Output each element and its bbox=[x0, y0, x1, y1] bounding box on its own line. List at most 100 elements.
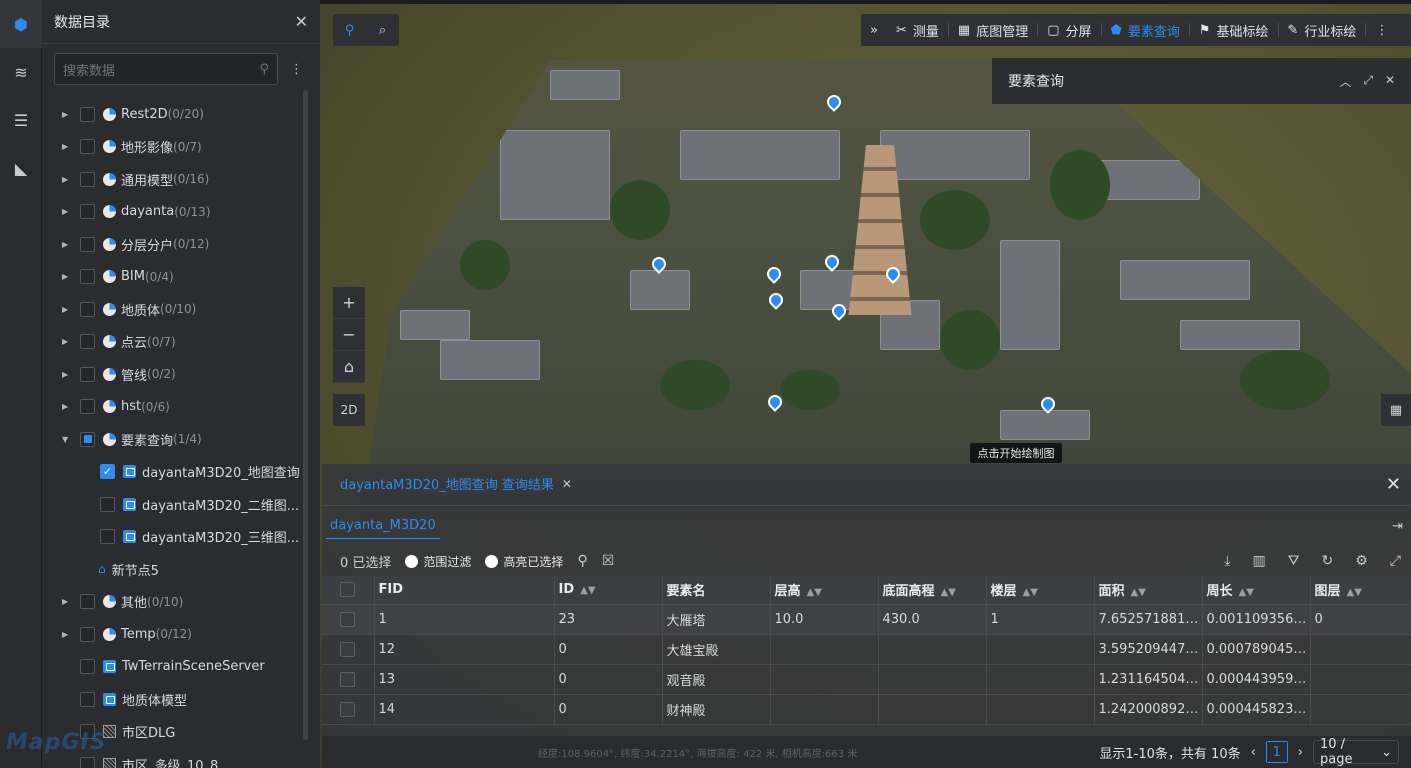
checkbox[interactable] bbox=[80, 431, 95, 447]
checkbox[interactable] bbox=[100, 529, 115, 545]
sort-icon[interactable]: ▲▼ bbox=[1023, 587, 1038, 598]
expand-arrow-icon[interactable]: ▶ bbox=[62, 175, 72, 184]
tree-node-2d-query[interactable]: dayantaM3D20_二维图... bbox=[42, 488, 320, 521]
expand-arrow-icon[interactable]: ▶ bbox=[62, 630, 72, 639]
location-pin-icon[interactable] bbox=[764, 264, 784, 284]
toolbar-expand-button[interactable]: » bbox=[861, 14, 887, 46]
toolbar-feature-query[interactable]: ⬟ 要素查询 bbox=[1102, 14, 1189, 46]
filter-icon[interactable]: ⛛ bbox=[1288, 553, 1300, 569]
sort-icon[interactable]: ▲▼ bbox=[1347, 587, 1362, 598]
checkbox[interactable] bbox=[80, 334, 95, 350]
toggle-2d-button[interactable]: 2D bbox=[333, 394, 365, 426]
more-icon[interactable]: ⋮ bbox=[1366, 14, 1397, 46]
sort-icon[interactable]: ▲▼ bbox=[807, 587, 822, 598]
tree-node-hst[interactable]: ▶ hst (0/6) bbox=[42, 391, 320, 424]
location-pin-icon[interactable] bbox=[824, 92, 844, 112]
checkbox[interactable] bbox=[80, 594, 95, 610]
location-pin-icon[interactable] bbox=[822, 252, 842, 272]
expand-arrow-icon[interactable]: ▶ bbox=[62, 110, 72, 119]
expand-arrow-icon[interactable]: ▶ bbox=[62, 402, 72, 411]
search-icon[interactable]: ⌕ bbox=[366, 14, 399, 46]
toolbar-industry-plot[interactable]: ✎ 行业标绘 bbox=[1279, 14, 1366, 46]
column-header[interactable]: 面积 ▲▼ bbox=[1094, 576, 1203, 605]
checkbox[interactable] bbox=[80, 171, 95, 187]
table-row[interactable]: 1 23 大雁塔 10.0 430.0 1 7.6525718812... 0.… bbox=[322, 604, 1411, 635]
tree-node-layered[interactable]: ▶ 分层分户 (0/12) bbox=[42, 228, 320, 261]
column-header[interactable]: 层高 ▲▼ bbox=[770, 576, 879, 605]
page-number-button[interactable]: 1 bbox=[1265, 741, 1288, 763]
expand-arrow-icon[interactable]: ▶ bbox=[62, 240, 72, 249]
row-select-cell[interactable] bbox=[322, 634, 375, 665]
checkbox[interactable] bbox=[80, 756, 95, 768]
row-select-cell[interactable] bbox=[322, 604, 375, 635]
column-header[interactable]: 要素名 bbox=[662, 576, 771, 605]
ruler-icon[interactable]: ◣ bbox=[0, 144, 42, 192]
toolbar-measure[interactable]: ✂ 测量 bbox=[887, 14, 948, 46]
checkbox[interactable] bbox=[340, 611, 355, 627]
next-page-icon[interactable]: › bbox=[1298, 745, 1303, 760]
highlight-selected-toggle[interactable]: 高亮已选择 bbox=[485, 553, 563, 570]
tree-node-geology[interactable]: ▶ 地质体 (0/10) bbox=[42, 293, 320, 326]
tree-node-geology-model[interactable]: 地质体模型 bbox=[42, 683, 320, 716]
tree-node-new-node[interactable]: ⌂ 新节点5 bbox=[42, 553, 320, 586]
prev-page-icon[interactable]: ‹ bbox=[1251, 745, 1256, 760]
download-icon[interactable]: ⤓ bbox=[1224, 553, 1230, 569]
checkbox[interactable] bbox=[80, 204, 95, 220]
tree-node-bim[interactable]: ▶ BIM (0/4) bbox=[42, 261, 320, 294]
sort-icon[interactable]: ▲▼ bbox=[580, 585, 595, 596]
tree-node-pipeline[interactable]: ▶ 管线 (0/2) bbox=[42, 358, 320, 391]
refresh-icon[interactable]: ↻ bbox=[1322, 553, 1334, 569]
expand-arrow-icon[interactable]: ▶ bbox=[62, 305, 72, 314]
tree-node-temp[interactable]: ▶ Temp (0/12) bbox=[42, 618, 320, 651]
close-icon[interactable]: ✕ bbox=[295, 12, 308, 31]
checkbox[interactable] bbox=[80, 626, 95, 642]
tree-node-dayanta[interactable]: ▶ dayanta (0/13) bbox=[42, 196, 320, 229]
checkbox[interactable] bbox=[100, 496, 115, 512]
row-select-cell[interactable] bbox=[322, 694, 375, 725]
checkbox[interactable] bbox=[80, 691, 95, 707]
page-size-select[interactable]: 10 / page ⌄ bbox=[1313, 737, 1399, 767]
column-header[interactable]: 楼层 ▲▼ bbox=[986, 576, 1095, 605]
sort-icon[interactable]: ▲▼ bbox=[1239, 587, 1254, 598]
expand-arrow-icon[interactable]: ▶ bbox=[62, 142, 72, 151]
checkbox[interactable] bbox=[80, 236, 95, 252]
tree-node-3d-query[interactable]: dayantaM3D20_三维图... bbox=[42, 521, 320, 554]
tree-node-pointcloud[interactable]: ▶ 点云 (0/7) bbox=[42, 326, 320, 359]
zoom-out-button[interactable]: − bbox=[333, 319, 365, 351]
collapse-icon[interactable]: ︿ bbox=[1339, 73, 1351, 90]
checkbox[interactable] bbox=[80, 399, 95, 415]
settings-icon[interactable]: ⚙ bbox=[1355, 553, 1368, 569]
toolbar-basemap[interactable]: ▦ 底图管理 bbox=[949, 14, 1037, 46]
fullscreen-icon[interactable]: ⤢ bbox=[1390, 553, 1401, 569]
toolbar-basic-plot[interactable]: ⚑ 基础标绘 bbox=[1190, 14, 1278, 46]
search-input[interactable]: 搜索数据 ⚲ bbox=[54, 53, 278, 85]
export-icon[interactable]: ⇥ bbox=[1392, 519, 1403, 534]
range-filter-toggle[interactable]: 范围过滤 bbox=[405, 553, 471, 570]
tree-node-terrain[interactable]: ▶ 地形影像 (0/7) bbox=[42, 131, 320, 164]
sort-icon[interactable]: ▲▼ bbox=[941, 587, 956, 598]
checkbox[interactable] bbox=[80, 301, 95, 317]
expand-arrow-icon[interactable]: ▶ bbox=[62, 207, 72, 216]
column-header[interactable]: FID bbox=[374, 576, 555, 605]
close-icon[interactable]: ✕ bbox=[1386, 474, 1401, 495]
tree-node-feature-query[interactable]: ▼ 要素查询 (1/4) bbox=[42, 423, 320, 456]
close-icon[interactable]: ✕ bbox=[562, 477, 572, 491]
tree-node-other[interactable]: ▶ 其他 (0/10) bbox=[42, 586, 320, 619]
search-icon[interactable]: ⚲ bbox=[259, 62, 269, 77]
checkbox[interactable] bbox=[340, 641, 355, 657]
location-icon[interactable]: ⚲ bbox=[333, 14, 366, 46]
checkbox[interactable] bbox=[340, 671, 355, 687]
expand-arrow-icon[interactable]: ▶ bbox=[62, 337, 72, 346]
collapse-arrow-icon[interactable]: ▼ bbox=[62, 435, 72, 444]
catalog-scrollbar[interactable] bbox=[303, 90, 308, 740]
list-icon[interactable]: ☰ bbox=[0, 96, 42, 144]
select-all-cell[interactable] bbox=[322, 576, 375, 605]
location-pin-icon[interactable] bbox=[766, 290, 786, 310]
home-icon[interactable]: ⌂ bbox=[333, 351, 365, 383]
toolbar-split[interactable]: ▢ 分屏 bbox=[1038, 14, 1100, 46]
more-icon[interactable]: ⋮ bbox=[290, 62, 303, 77]
zoom-in-button[interactable]: + bbox=[333, 287, 365, 319]
sort-icon[interactable]: ▲▼ bbox=[1131, 587, 1146, 598]
chart-icon[interactable]: ▥ bbox=[1253, 553, 1266, 569]
column-header[interactable]: 周长 ▲▼ bbox=[1202, 576, 1311, 605]
